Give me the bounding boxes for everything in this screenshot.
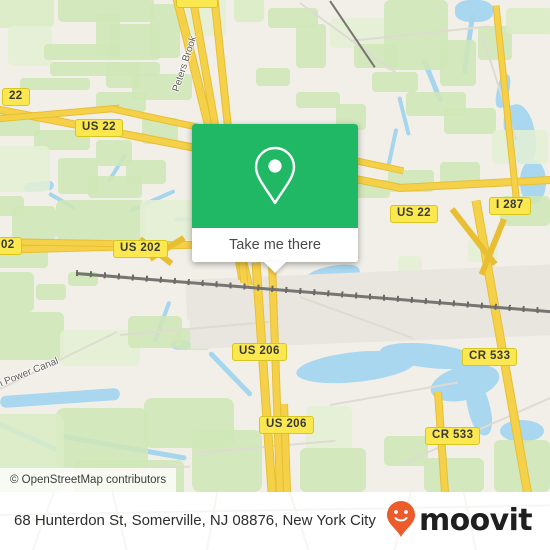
landuse-area xyxy=(36,284,66,300)
road-shield-cr533-s: CR 533 xyxy=(425,427,481,445)
landuse-area xyxy=(0,146,50,192)
landuse-area xyxy=(0,272,34,312)
water-body xyxy=(0,387,121,409)
road-shield-i287: I 287 xyxy=(489,197,531,215)
landuse-area xyxy=(140,200,196,242)
road-shield-us206-n: US 206 xyxy=(232,343,287,361)
road-shield-us206-s: US 206 xyxy=(259,416,314,434)
landuse-area xyxy=(492,130,548,164)
road-shield-202-left: 02 xyxy=(0,237,22,255)
bottom-bar: 68 Hunterdon St, Somerville, NJ 08876, N… xyxy=(0,492,550,550)
landuse-area xyxy=(444,108,496,134)
osm-attribution[interactable]: © OpenStreetMap contributors xyxy=(0,468,177,492)
landuse-area xyxy=(0,196,24,216)
road-shield-22-left: 22 xyxy=(2,88,30,106)
moovit-map-screenshot: Peters Brook an Power Canal 22 US 22 US … xyxy=(0,0,550,550)
location-info-card[interactable]: Take me there xyxy=(192,124,358,273)
take-me-there-label: Take me there xyxy=(229,237,321,253)
road-shield-us202: US 202 xyxy=(113,240,168,258)
landuse-area xyxy=(0,312,64,360)
landuse-area xyxy=(300,448,366,492)
landuse-area xyxy=(424,458,484,492)
landuse-area xyxy=(0,0,54,28)
map-pin-icon xyxy=(251,145,299,207)
address-text: 68 Hunterdon St, Somerville, NJ 08876, N… xyxy=(14,512,376,529)
landuse-area xyxy=(56,408,148,468)
landuse-area xyxy=(372,72,418,92)
landuse-area xyxy=(20,78,90,90)
moovit-wordmark: moovit xyxy=(418,503,533,538)
moovit-logo[interactable]: moovit xyxy=(386,500,536,543)
card-pointer-tail xyxy=(264,262,286,273)
landuse-area xyxy=(88,176,142,198)
landuse-area xyxy=(440,40,476,86)
take-me-there-button[interactable]: Take me there xyxy=(192,228,358,262)
landuse-area xyxy=(256,68,290,86)
card-media xyxy=(192,124,358,228)
map-label-power-canal: an Power Canal xyxy=(0,355,61,393)
road-shield-us22-nw: US 22 xyxy=(75,119,123,137)
landuse-area xyxy=(234,0,264,22)
landuse-area xyxy=(506,8,550,34)
road-shield-us22-e: US 22 xyxy=(390,205,438,223)
landuse-area xyxy=(44,44,120,60)
road-shield-top-clipped xyxy=(176,0,218,8)
landuse-area xyxy=(296,92,340,108)
road-shield-cr533-n: CR 533 xyxy=(462,348,518,366)
landuse-area xyxy=(56,200,146,240)
moovit-smiley-pin-icon xyxy=(386,500,416,543)
landuse-area xyxy=(296,24,326,68)
landuse-area xyxy=(192,430,262,492)
